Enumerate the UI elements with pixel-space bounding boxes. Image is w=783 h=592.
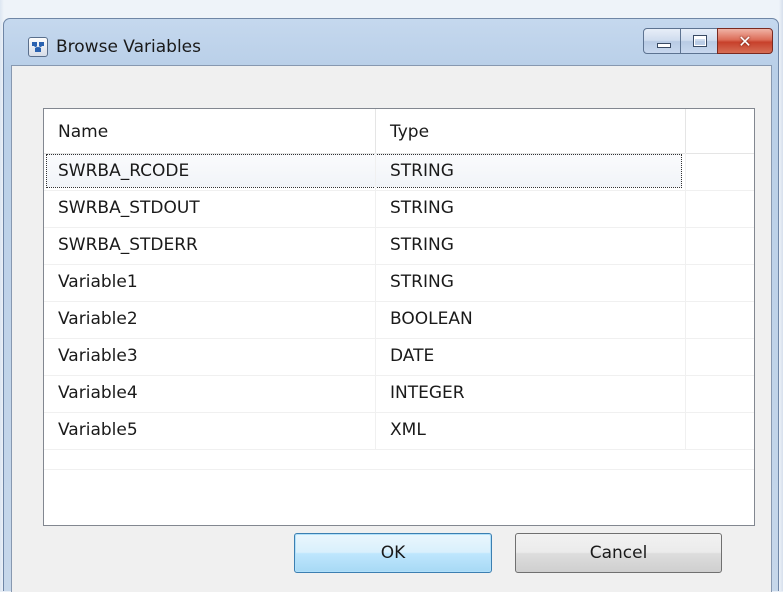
close-button[interactable]: ✕: [717, 28, 773, 54]
window-title: Browse Variables: [56, 37, 201, 57]
cell-variable-name: SWRBA_STDOUT: [44, 190, 376, 227]
table-row[interactable]: SWRBA_RCODE STRING: [44, 153, 754, 191]
cell-variable-name: Variable1: [44, 264, 376, 301]
cell-filler: [686, 153, 754, 190]
table-row[interactable]: Variable4 INTEGER: [44, 375, 754, 413]
column-header-filler: [686, 109, 754, 153]
cell-variable-type: STRING: [376, 190, 686, 227]
cell-filler: [686, 338, 754, 375]
cell-variable-name: SWRBA_STDERR: [44, 227, 376, 264]
column-header-name[interactable]: Name: [44, 109, 376, 153]
cell-variable-type: STRING: [376, 153, 686, 190]
minimize-button[interactable]: [643, 28, 681, 54]
app-icon: [28, 37, 48, 57]
empty-row: [44, 449, 754, 470]
cell-filler: [686, 412, 754, 449]
cell-variable-type: INTEGER: [376, 375, 686, 412]
dialog-body: Name Type SWRBA_RCODE STRING SWRBA_STDOUT S…: [11, 65, 772, 592]
title-bar[interactable]: Browse Variables ✕: [4, 19, 778, 65]
cell-variable-type: DATE: [376, 338, 686, 375]
table-row[interactable]: Variable3 DATE: [44, 338, 754, 376]
column-header-type[interactable]: Type: [376, 109, 686, 153]
maximize-icon: [693, 35, 707, 47]
maximize-button[interactable]: [680, 28, 718, 54]
cell-filler: [686, 190, 754, 227]
cancel-button[interactable]: Cancel: [515, 533, 722, 573]
table-row[interactable]: Variable2 BOOLEAN: [44, 301, 754, 339]
table-row[interactable]: SWRBA_STDOUT STRING: [44, 190, 754, 228]
cell-filler: [686, 227, 754, 264]
cell-variable-type: BOOLEAN: [376, 301, 686, 338]
cell-variable-name: Variable2: [44, 301, 376, 338]
caption-buttons: ✕: [643, 28, 773, 54]
cell-variable-name: Variable3: [44, 338, 376, 375]
variables-table[interactable]: Name Type SWRBA_RCODE STRING SWRBA_STDOUT S…: [43, 108, 755, 526]
cell-variable-type: STRING: [376, 227, 686, 264]
close-icon: ✕: [738, 31, 752, 51]
dialog-window: Browse Variables ✕ Name Type SWRBA_RCODE…: [3, 18, 779, 592]
cell-variable-name: Variable4: [44, 375, 376, 412]
ok-button[interactable]: OK: [294, 533, 492, 573]
minimize-icon: [657, 43, 671, 48]
cell-variable-type: STRING: [376, 264, 686, 301]
table-row[interactable]: SWRBA_STDERR STRING: [44, 227, 754, 265]
table-row[interactable]: Variable5 XML: [44, 412, 754, 450]
cell-variable-name: SWRBA_RCODE: [44, 153, 376, 190]
table-row[interactable]: Variable1 STRING: [44, 264, 754, 302]
cell-variable-type: XML: [376, 412, 686, 449]
cell-filler: [686, 264, 754, 301]
table-header: Name Type: [44, 109, 754, 154]
cell-variable-name: Variable5: [44, 412, 376, 449]
cell-filler: [686, 301, 754, 338]
cell-filler: [686, 375, 754, 412]
